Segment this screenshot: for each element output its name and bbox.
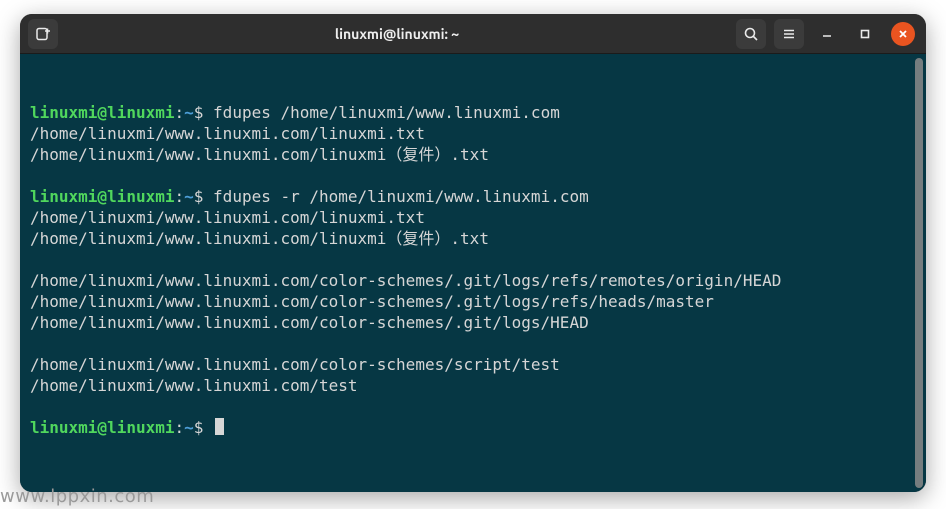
output-blank (30, 249, 916, 270)
output-line: /home/linuxmi/www.linuxmi.com/linuxmi.tx… (30, 123, 916, 144)
output-blank (30, 165, 916, 186)
window-title: linuxmi@linuxmi: ~ (64, 26, 730, 42)
titlebar: linuxmi@linuxmi: ~ (20, 14, 926, 54)
maximize-icon (859, 28, 871, 40)
watermark-text: www.lppxin.com (0, 486, 154, 507)
output-line: /home/linuxmi/www.linuxmi.com/linuxmi（复件… (30, 228, 916, 249)
new-tab-button[interactable] (28, 19, 58, 49)
output-line: /home/linuxmi/www.linuxmi.com/color-sche… (30, 291, 916, 312)
maximize-button[interactable] (850, 19, 880, 49)
terminal-content: linuxmi@linuxmi:~$ fdupes /home/linuxmi/… (30, 102, 916, 438)
output-line: /home/linuxmi/www.linuxmi.com/test (30, 375, 916, 396)
output-line: /home/linuxmi/www.linuxmi.com/linuxmi（复件… (30, 144, 916, 165)
prompt-line: linuxmi@linuxmi:~$ (30, 417, 916, 438)
terminal-window: linuxmi@linuxmi: ~ (20, 14, 926, 492)
output-line: /home/linuxmi/www.linuxmi.com/linuxmi.tx… (30, 207, 916, 228)
command-text: fdupes /home/linuxmi/www.linuxmi.com (213, 103, 560, 122)
output-line: /home/linuxmi/www.linuxmi.com/color-sche… (30, 270, 916, 291)
close-button[interactable] (888, 19, 918, 49)
output-line: /home/linuxmi/www.linuxmi.com/color-sche… (30, 312, 916, 333)
prompt-line: linuxmi@linuxmi:~$ fdupes /home/linuxmi/… (30, 102, 916, 123)
command-text: fdupes -r /home/linuxmi/www.linuxmi.com (213, 187, 589, 206)
search-icon (743, 26, 759, 42)
menu-button[interactable] (774, 19, 804, 49)
minimize-icon (821, 28, 833, 40)
search-button[interactable] (736, 19, 766, 49)
new-tab-icon (35, 26, 51, 42)
scrollbar[interactable] (915, 58, 923, 488)
minimize-button[interactable] (812, 19, 842, 49)
terminal-body[interactable]: linuxmi@linuxmi:~$ fdupes /home/linuxmi/… (20, 54, 926, 492)
prompt-line: linuxmi@linuxmi:~$ fdupes -r /home/linux… (30, 186, 916, 207)
output-line: /home/linuxmi/www.linuxmi.com/color-sche… (30, 354, 916, 375)
close-icon (897, 28, 909, 40)
output-blank (30, 333, 916, 354)
hamburger-icon (781, 26, 797, 42)
output-blank (30, 396, 916, 417)
cursor (215, 418, 224, 435)
